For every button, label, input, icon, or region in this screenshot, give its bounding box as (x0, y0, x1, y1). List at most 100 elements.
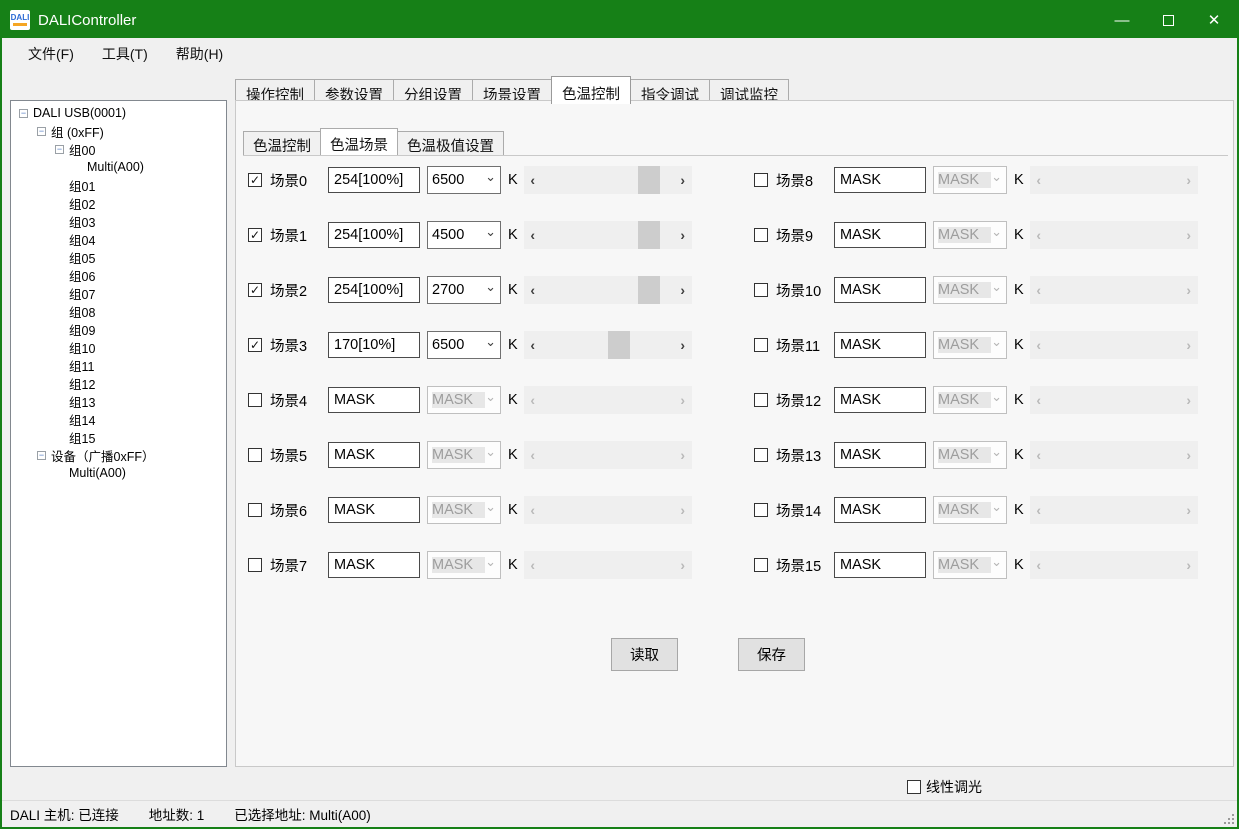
scroll-left-icon[interactable]: ‹ (524, 386, 542, 414)
scroll-right-icon[interactable]: › (1180, 551, 1198, 579)
read-button[interactable]: 读取 (611, 638, 678, 671)
scene-level-input[interactable] (834, 552, 926, 578)
scroll-right-icon[interactable]: › (1180, 386, 1198, 414)
scene-level-input[interactable] (328, 387, 420, 413)
scroll-right-icon[interactable]: › (674, 441, 692, 469)
scroll-right-icon[interactable]: › (1180, 166, 1198, 194)
scene-checkbox[interactable] (248, 393, 262, 407)
scroll-left-icon[interactable]: ‹ (1030, 441, 1048, 469)
scroll-right-icon[interactable]: › (1180, 441, 1198, 469)
scene-checkbox[interactable] (754, 173, 768, 187)
scene-temp-dropdown[interactable]: MASK ⌄ (933, 166, 1007, 194)
tree-item[interactable]: 组07 (11, 284, 226, 302)
close-button[interactable]: ✕ (1191, 2, 1237, 38)
main-tab-5[interactable]: 色温控制 (551, 76, 631, 104)
sub-tab-3[interactable]: 色温极值设置 (397, 131, 504, 155)
scene-temp-scrollbar[interactable]: ‹ › (524, 221, 692, 249)
tree-item[interactable]: 组04 (11, 230, 226, 248)
scroll-right-icon[interactable]: › (674, 551, 692, 579)
scene-temp-scrollbar[interactable]: ‹ › (1030, 166, 1198, 194)
scroll-left-icon[interactable]: ‹ (524, 441, 542, 469)
scene-checkbox[interactable] (754, 448, 768, 462)
scene-checkbox[interactable]: ✓ (248, 283, 262, 297)
scene-temp-dropdown[interactable]: MASK ⌄ (933, 441, 1007, 469)
scene-level-input[interactable] (834, 167, 926, 193)
scene-temp-dropdown[interactable]: 6500 ⌄ (427, 331, 501, 359)
menu-item[interactable]: 工具(T) (88, 39, 162, 69)
scene-temp-dropdown[interactable]: MASK ⌄ (427, 386, 501, 414)
checkbox-icon[interactable] (907, 780, 921, 794)
scroll-left-icon[interactable]: ‹ (1030, 496, 1048, 524)
scene-level-input[interactable] (834, 497, 926, 523)
tree-item[interactable]: 组11 (11, 356, 226, 374)
scrollbar-thumb[interactable] (638, 166, 660, 194)
scroll-left-icon[interactable]: ‹ (1030, 221, 1048, 249)
scene-checkbox[interactable]: ✓ (248, 338, 262, 352)
scroll-left-icon[interactable]: ‹ (524, 166, 542, 194)
scene-temp-dropdown[interactable]: MASK ⌄ (933, 551, 1007, 579)
scene-level-input[interactable] (328, 442, 420, 468)
scroll-right-icon[interactable]: › (674, 166, 692, 194)
scroll-left-icon[interactable]: ‹ (1030, 551, 1048, 579)
tree-item[interactable]: 组14 (11, 410, 226, 428)
scene-level-input[interactable] (834, 332, 926, 358)
scroll-left-icon[interactable]: ‹ (524, 496, 542, 524)
scroll-left-icon[interactable]: ‹ (524, 221, 542, 249)
scene-temp-scrollbar[interactable]: ‹ › (524, 386, 692, 414)
scroll-right-icon[interactable]: › (674, 221, 692, 249)
scene-checkbox[interactable] (754, 503, 768, 517)
scene-temp-dropdown[interactable]: MASK ⌄ (933, 331, 1007, 359)
tree-item[interactable]: Multi(A00) (11, 464, 226, 482)
tree-item[interactable]: 组03 (11, 212, 226, 230)
scene-temp-scrollbar[interactable]: ‹ › (524, 166, 692, 194)
scene-temp-dropdown[interactable]: 6500 ⌄ (427, 166, 501, 194)
scene-level-input[interactable] (834, 442, 926, 468)
scene-temp-dropdown[interactable]: 2700 ⌄ (427, 276, 501, 304)
scene-temp-scrollbar[interactable]: ‹ › (524, 331, 692, 359)
minimize-button[interactable]: — (1099, 2, 1145, 38)
scene-level-input[interactable] (328, 552, 420, 578)
menu-item[interactable]: 帮助(H) (162, 39, 237, 69)
scene-temp-scrollbar[interactable]: ‹ › (1030, 496, 1198, 524)
scene-temp-dropdown[interactable]: 4500 ⌄ (427, 221, 501, 249)
scroll-right-icon[interactable]: › (1180, 276, 1198, 304)
scroll-left-icon[interactable]: ‹ (524, 551, 542, 579)
scene-checkbox[interactable] (248, 503, 262, 517)
scroll-left-icon[interactable]: ‹ (1030, 386, 1048, 414)
scene-temp-scrollbar[interactable]: ‹ › (1030, 386, 1198, 414)
menu-item[interactable]: 文件(F) (14, 39, 88, 69)
scrollbar-thumb[interactable] (608, 331, 630, 359)
tree-item[interactable]: Multi(A00) (11, 158, 226, 176)
scene-temp-scrollbar[interactable]: ‹ › (1030, 551, 1198, 579)
scene-temp-dropdown[interactable]: MASK ⌄ (933, 496, 1007, 524)
scene-temp-scrollbar[interactable]: ‹ › (524, 551, 692, 579)
tree-item[interactable]: 组09 (11, 320, 226, 338)
scene-level-input[interactable] (328, 277, 420, 303)
scene-level-input[interactable] (834, 277, 926, 303)
sub-tab-2[interactable]: 色温场景 (320, 128, 398, 155)
scene-checkbox[interactable] (754, 228, 768, 242)
scene-temp-dropdown[interactable]: MASK ⌄ (933, 386, 1007, 414)
scene-checkbox[interactable] (754, 283, 768, 297)
tree-collapse-icon[interactable]: − (19, 109, 28, 118)
scene-temp-scrollbar[interactable]: ‹ › (1030, 441, 1198, 469)
scroll-left-icon[interactable]: ‹ (524, 331, 542, 359)
tree-item[interactable]: −组 (0xFF) (11, 122, 226, 140)
scrollbar-thumb[interactable] (638, 276, 660, 304)
scene-level-input[interactable] (834, 222, 926, 248)
scene-checkbox[interactable]: ✓ (248, 228, 262, 242)
scroll-right-icon[interactable]: › (674, 331, 692, 359)
tree-item[interactable]: 组15 (11, 428, 226, 446)
tree-item[interactable]: 组02 (11, 194, 226, 212)
scene-temp-scrollbar[interactable]: ‹ › (1030, 221, 1198, 249)
tree-collapse-icon[interactable]: − (37, 451, 46, 460)
scene-temp-scrollbar[interactable]: ‹ › (524, 276, 692, 304)
scene-checkbox[interactable] (248, 558, 262, 572)
scene-temp-dropdown[interactable]: MASK ⌄ (427, 551, 501, 579)
tree-collapse-icon[interactable]: − (55, 145, 64, 154)
scene-checkbox[interactable] (754, 558, 768, 572)
scroll-right-icon[interactable]: › (674, 276, 692, 304)
scroll-right-icon[interactable]: › (674, 386, 692, 414)
scene-level-input[interactable] (328, 222, 420, 248)
scene-checkbox[interactable] (754, 338, 768, 352)
